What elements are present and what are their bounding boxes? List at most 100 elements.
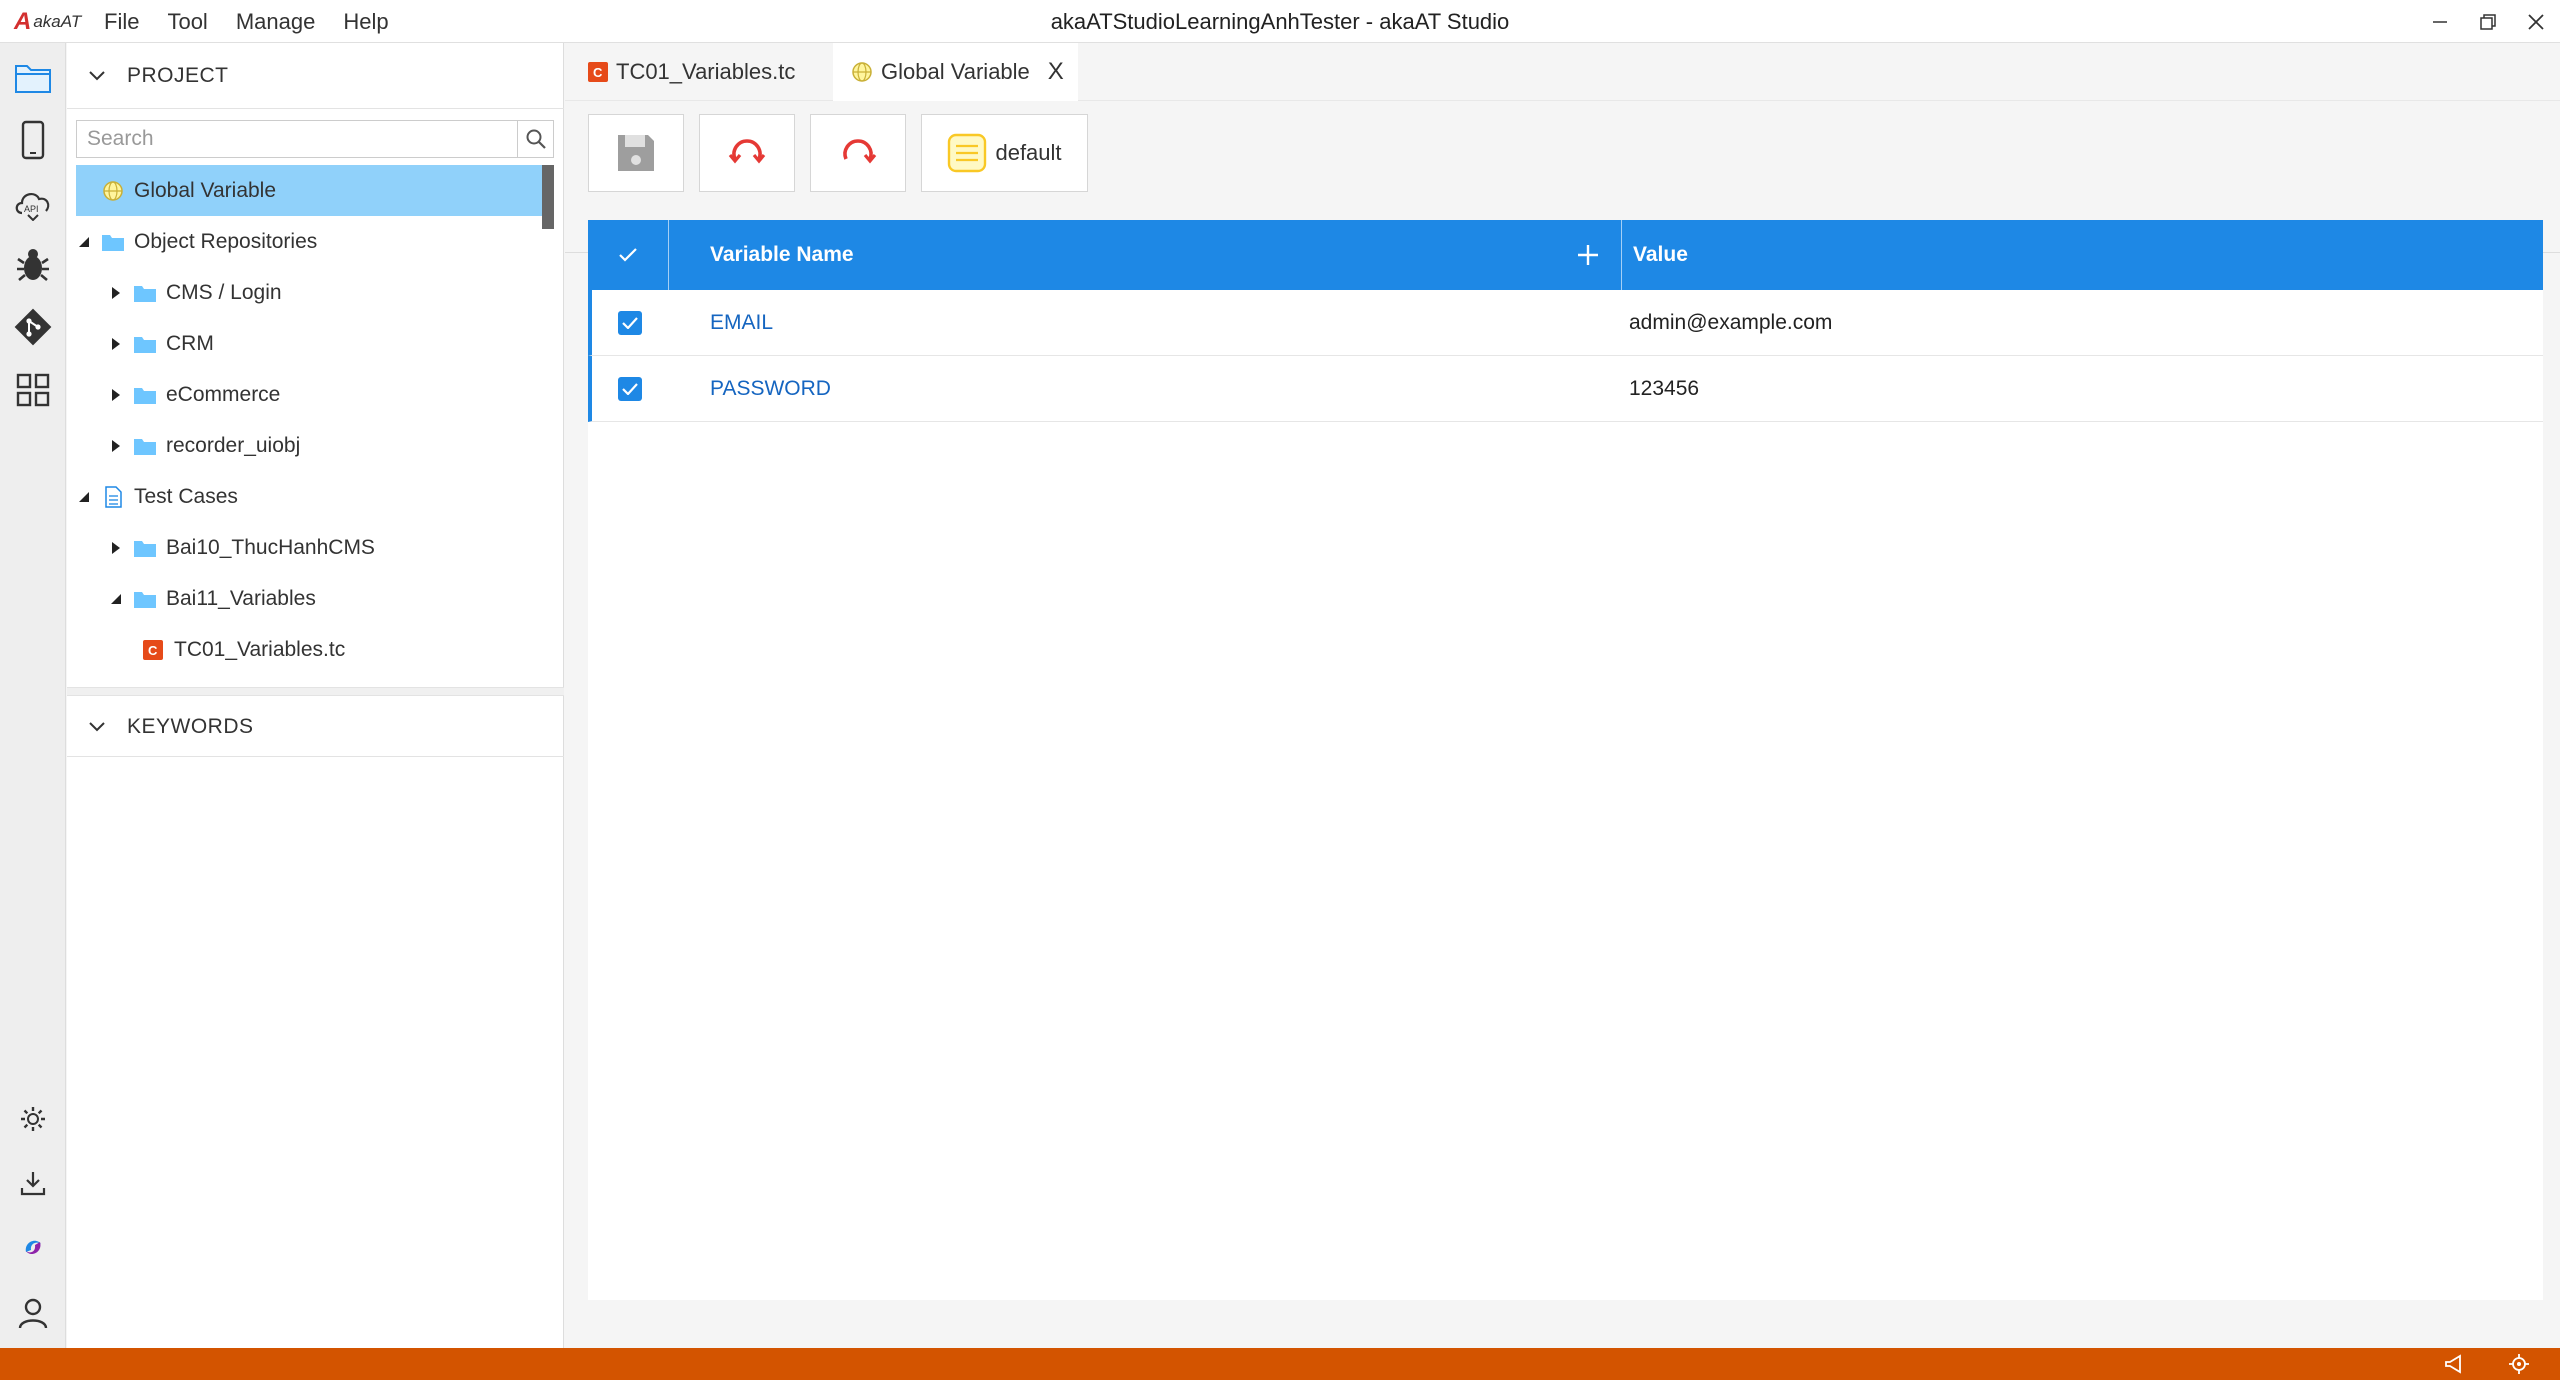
logo-icon: A <box>14 8 32 35</box>
tree-item-recorder-uiobj[interactable]: recorder_uiobj <box>76 420 554 471</box>
check-icon <box>622 383 638 395</box>
notification-button[interactable] <box>2444 1348 2466 1380</box>
svg-text:C: C <box>593 65 603 80</box>
minimize-icon <box>2433 20 2447 23</box>
caret-collapsed-icon[interactable] <box>108 337 124 351</box>
menu-help[interactable]: Help <box>343 9 388 35</box>
window-controls <box>2416 0 2560 43</box>
tree-item-bai10[interactable]: Bai10_ThucHanhCMS <box>76 522 554 573</box>
project-tree: Global Variable Object Repositories CMS … <box>76 165 554 675</box>
swirl-logo-icon <box>25 1240 41 1255</box>
tree-item-tc01-variables[interactable]: C TC01_Variables.tc <box>76 624 554 675</box>
settings-button[interactable] <box>0 1089 66 1149</box>
minimize-button[interactable] <box>2416 0 2464 43</box>
account-button[interactable] <box>0 1283 66 1343</box>
locate-button[interactable] <box>2508 1348 2530 1380</box>
folder-icon <box>132 588 158 610</box>
api-button[interactable]: API <box>0 173 66 233</box>
search-input[interactable] <box>77 121 517 157</box>
mobile-button[interactable] <box>0 110 66 170</box>
menu-bar: File Tool Manage Help <box>104 0 417 43</box>
crosshair-icon <box>2509 1354 2529 1374</box>
caret-expanded-icon[interactable] <box>76 491 92 503</box>
chevron-down-icon <box>89 70 105 80</box>
folder-open-icon <box>15 65 51 93</box>
keywords-section-header[interactable]: KEYWORDS <box>67 697 564 757</box>
git-icon <box>14 308 52 346</box>
extension-button[interactable] <box>0 1217 66 1277</box>
tab-global-variable[interactable]: Global Variable X <box>833 43 1078 101</box>
download-button[interactable] <box>0 1153 66 1213</box>
select-all-checkbox[interactable] <box>588 220 668 290</box>
tree-item-label: recorder_uiobj <box>166 433 301 457</box>
tree-item-global-variable[interactable]: Global Variable <box>76 165 554 229</box>
editor-area: C TC01_Variables.tc Global Variable X de… <box>565 43 2560 1348</box>
menu-file[interactable]: File <box>104 9 139 35</box>
profile-select-button[interactable]: default <box>921 114 1088 192</box>
list-icon <box>948 133 987 173</box>
tree-item-label: CMS / Login <box>166 280 282 304</box>
chevron-down-icon <box>89 721 105 731</box>
tree-item-label: TC01_Variables.tc <box>174 637 346 661</box>
restore-icon <box>2480 13 2496 30</box>
column-header-variable-name: Variable Name <box>710 243 854 266</box>
refresh-icon <box>728 139 766 164</box>
megaphone-icon <box>2445 1354 2461 1374</box>
restore-button[interactable] <box>2464 0 2512 43</box>
download-icon <box>20 1172 46 1196</box>
row-checkbox[interactable] <box>618 356 642 422</box>
caret-collapsed-icon[interactable] <box>108 439 124 453</box>
variable-value-cell[interactable]: 123456 <box>1629 356 1699 422</box>
project-header-label: PROJECT <box>127 63 229 87</box>
section-divider <box>67 687 564 696</box>
logo-text: akaAT <box>33 12 82 31</box>
row-checkbox[interactable] <box>618 290 642 356</box>
column-divider <box>668 220 669 290</box>
debug-button[interactable] <box>0 235 66 295</box>
search-button[interactable] <box>517 121 553 157</box>
tree-item-bai11[interactable]: Bai11_Variables <box>76 573 554 624</box>
variable-value-cell[interactable]: admin@example.com <box>1629 290 1832 356</box>
tree-item-crm[interactable]: CRM <box>76 318 554 369</box>
reload-icon <box>843 139 877 164</box>
apps-grid-icon <box>16 373 50 407</box>
table-row[interactable]: PASSWORD 123456 <box>588 356 2543 422</box>
project-section-header[interactable]: PROJECT <box>67 43 564 109</box>
caret-expanded-icon[interactable] <box>76 236 92 248</box>
tree-item-label: Test Cases <box>134 484 238 508</box>
variable-name-cell[interactable]: PASSWORD <box>710 356 831 422</box>
activity-bar: API <box>0 43 66 1348</box>
grid-apps-button[interactable] <box>0 360 66 420</box>
reload-button[interactable] <box>810 114 906 192</box>
check-icon <box>619 248 637 262</box>
caret-collapsed-icon[interactable] <box>108 286 124 300</box>
globe-icon <box>851 61 873 83</box>
refresh-button[interactable] <box>699 114 795 192</box>
variable-name-cell[interactable]: EMAIL <box>710 290 773 356</box>
close-window-button[interactable] <box>2512 0 2560 43</box>
project-search <box>76 120 554 158</box>
save-button[interactable] <box>588 114 684 192</box>
explorer-button[interactable] <box>0 48 66 108</box>
tree-item-label: Bai10_ThucHanhCMS <box>166 535 375 559</box>
tab-tc01-variables[interactable]: C TC01_Variables.tc <box>565 43 820 101</box>
tree-item-label: Bai11_Variables <box>166 586 316 610</box>
caret-expanded-icon[interactable] <box>108 593 124 605</box>
table-row[interactable]: EMAIL admin@example.com <box>588 290 2543 356</box>
caret-collapsed-icon[interactable] <box>108 541 124 555</box>
tree-item-test-cases[interactable]: Test Cases <box>76 471 554 522</box>
git-button[interactable] <box>0 297 66 357</box>
tree-item-object-repositories[interactable]: Object Repositories <box>76 216 554 267</box>
test-case-icon: C <box>140 639 166 661</box>
menu-tool[interactable]: Tool <box>167 9 207 35</box>
tree-item-label: CRM <box>166 331 214 355</box>
bug-icon <box>17 249 49 281</box>
tree-item-ecommerce[interactable]: eCommerce <box>76 369 554 420</box>
check-icon <box>622 317 638 329</box>
caret-collapsed-icon[interactable] <box>108 388 124 402</box>
tab-close-button[interactable]: X <box>1048 58 1064 86</box>
add-variable-button[interactable] <box>1563 220 1613 290</box>
tree-item-cms-login[interactable]: CMS / Login <box>76 267 554 318</box>
menu-manage[interactable]: Manage <box>236 9 316 35</box>
column-header-value: Value <box>1633 243 1688 266</box>
